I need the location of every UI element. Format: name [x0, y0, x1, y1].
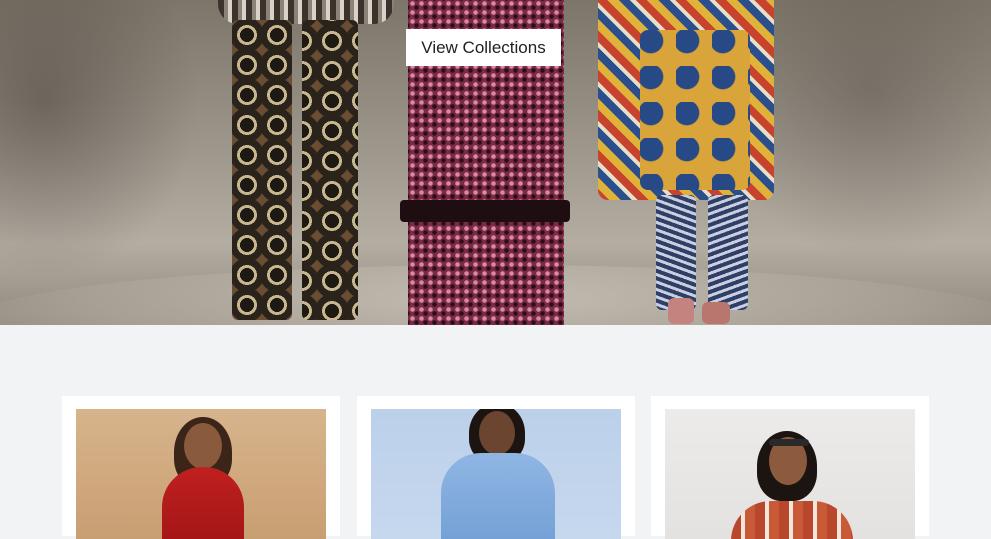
model-face [184, 423, 222, 469]
right-figure-leg [656, 195, 696, 310]
view-collections-button[interactable]: View Collections [406, 29, 561, 66]
model-headband [769, 439, 809, 446]
collection-card[interactable] [651, 396, 929, 539]
left-figure-leg [232, 20, 292, 320]
hero-shadow [0, 0, 200, 280]
right-figure-leg [708, 195, 748, 310]
center-figure-band [400, 200, 570, 222]
left-figure-leg [302, 20, 358, 320]
right-figure-shoe [668, 298, 694, 324]
model-face [479, 411, 515, 455]
right-figure-shoe [702, 302, 730, 324]
model-striped-top [731, 501, 853, 539]
right-figure-coat-print [640, 30, 750, 190]
collection-card-image[interactable] [76, 409, 326, 539]
model-red-dress [162, 467, 244, 539]
collection-card[interactable] [62, 396, 340, 539]
hero-banner: View Collections [0, 0, 991, 325]
model-blue-dress [441, 453, 555, 539]
collection-card[interactable] [357, 396, 635, 539]
collection-card-image[interactable] [371, 409, 621, 539]
collection-card-image[interactable] [665, 409, 915, 539]
